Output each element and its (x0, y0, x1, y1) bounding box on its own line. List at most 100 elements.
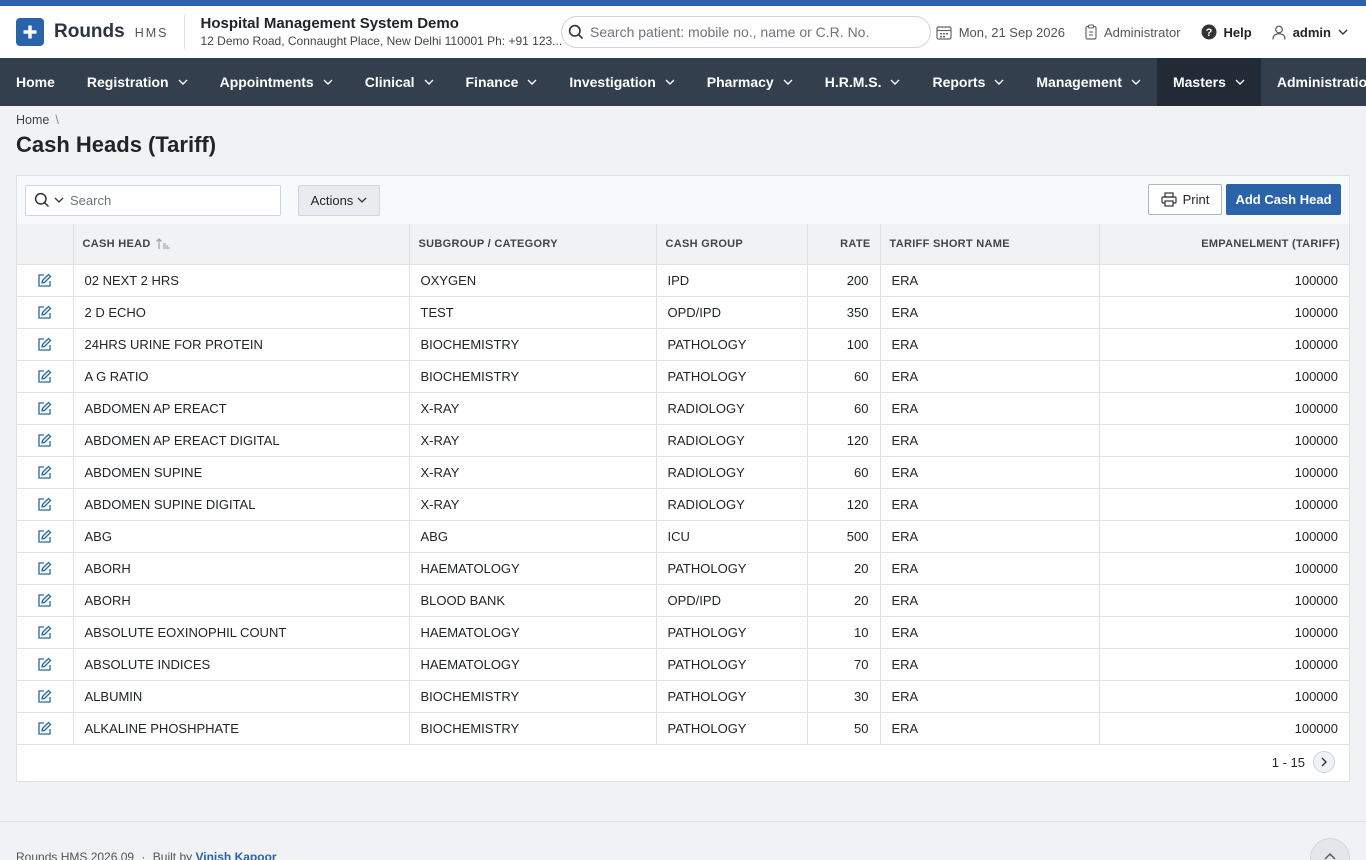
edit-cell (17, 711, 74, 745)
next-page-button[interactable] (1313, 751, 1335, 773)
edit-icon[interactable] (37, 593, 52, 608)
edit-icon[interactable] (37, 497, 52, 512)
header-cash-group[interactable]: CASH GROUP (656, 224, 808, 264)
subgroup-cell: BIOCHEMISTRY (409, 711, 657, 745)
subgroup-cell: ABG (409, 519, 657, 552)
edit-cell (17, 295, 74, 328)
nav-administration[interactable]: Administration (1261, 58, 1366, 106)
header-right: Mon, 21 Sep 2026 Administrator ? Help ad… (916, 6, 1348, 58)
edit-icon[interactable] (37, 561, 52, 576)
table-row: 02 NEXT 2 HRS OXYGEN IPD 200 ERA 100000 (17, 263, 1349, 296)
tariff-short-name-cell: ERA (880, 295, 1100, 328)
add-cash-head-button[interactable]: Add Cash Head (1226, 184, 1341, 215)
breadcrumb-home[interactable]: Home (16, 113, 49, 127)
plus-icon (23, 25, 37, 39)
nav-label: Home (16, 74, 55, 90)
edit-icon[interactable] (37, 401, 52, 416)
clipboard-icon (1085, 24, 1097, 40)
subgroup-cell: HAEMATOLOGY (409, 551, 657, 584)
role-display[interactable]: Administrator (1085, 24, 1181, 40)
header-empanelment[interactable]: EMPANELMENT (TARIFF) (1099, 224, 1349, 264)
nav-clinical[interactable]: Clinical (349, 58, 450, 106)
empanelment-cell: 100000 (1099, 679, 1349, 712)
cash-heads-table: CASH HEAD SUBGROUP / CATEGORY CASH GROUP… (17, 224, 1349, 745)
edit-icon[interactable] (37, 625, 52, 640)
tariff-short-name-cell: ERA (880, 615, 1100, 648)
table-search[interactable] (25, 184, 281, 216)
empanelment-cell: 100000 (1099, 583, 1349, 616)
table-row: ABDOMEN SUPINE X-RAY RADIOLOGY 60 ERA 100000 (17, 455, 1349, 488)
edit-cell (17, 679, 74, 712)
edit-icon[interactable] (37, 689, 52, 704)
subgroup-cell: X-RAY (409, 455, 657, 488)
edit-icon[interactable] (37, 529, 52, 544)
chevron-down-icon (1131, 79, 1141, 85)
nav-pharmacy[interactable]: Pharmacy (691, 58, 809, 106)
svg-text:?: ? (1205, 27, 1212, 39)
edit-icon[interactable] (37, 369, 52, 384)
actions-dropdown[interactable]: Actions (298, 184, 380, 216)
rate-cell: 60 (807, 359, 881, 392)
header-tariff-short-name[interactable]: TARIFF SHORT NAME (880, 224, 1100, 264)
header-subgroup[interactable]: SUBGROUP / CATEGORY (409, 224, 657, 264)
footer-version: Rounds HMS 2026.09 (16, 850, 135, 860)
nav-management[interactable]: Management (1020, 58, 1157, 106)
tariff-short-name-cell: ERA (880, 647, 1100, 680)
tariff-short-name-cell: ERA (880, 519, 1100, 552)
main-navbar: Home Registration Appointments Clinical … (0, 58, 1366, 106)
empanelment-cell: 100000 (1099, 263, 1349, 296)
chevron-down-icon (890, 79, 900, 85)
tariff-short-name-cell: ERA (880, 359, 1100, 392)
cash-head-cell: ALKALINE PHOSHPHATE (73, 711, 410, 745)
cash-heads-card: Actions Print Add Cash Head CASH HEAD SU… (16, 175, 1350, 782)
cash-group-cell: RADIOLOGY (656, 423, 808, 456)
nav-appointments[interactable]: Appointments (204, 58, 349, 106)
edit-icon[interactable] (37, 657, 52, 672)
tariff-short-name-cell: ERA (880, 391, 1100, 424)
logo[interactable] (16, 18, 44, 46)
header-cash-head[interactable]: CASH HEAD (73, 224, 410, 264)
table-row: A G RATIO BIOCHEMISTRY PATHOLOGY 60 ERA 10000… (17, 359, 1349, 392)
edit-icon[interactable] (37, 433, 52, 448)
footer-author-link[interactable]: Vinish Kapoor (195, 850, 276, 860)
patient-search-input[interactable] (590, 24, 920, 40)
empanelment-cell: 100000 (1099, 551, 1349, 584)
rate-cell: 350 (807, 295, 881, 328)
nav-home[interactable]: Home (0, 58, 71, 106)
edit-icon[interactable] (37, 337, 52, 352)
empanelment-cell: 100000 (1099, 711, 1349, 745)
date-display: Mon, 21 Sep 2026 (936, 25, 1065, 40)
chevron-down-icon[interactable] (54, 197, 64, 203)
edit-icon[interactable] (37, 721, 52, 736)
table-search-input[interactable] (70, 192, 270, 208)
actions-label: Actions (310, 192, 354, 208)
chevron-down-icon (357, 197, 367, 203)
edit-cell (17, 391, 74, 424)
header-rate[interactable]: RATE (807, 224, 881, 264)
edit-cell (17, 359, 74, 392)
edit-icon[interactable] (37, 465, 52, 480)
table-row: ABG ABG ICU 500 ERA 100000 (17, 519, 1349, 552)
rate-cell: 120 (807, 423, 881, 456)
edit-cell (17, 647, 74, 680)
nav-hrms[interactable]: H.R.M.S. (809, 58, 917, 106)
header-divider (183, 15, 185, 49)
nav-registration[interactable]: Registration (71, 58, 204, 106)
subgroup-cell: BIOCHEMISTRY (409, 679, 657, 712)
empanelment-cell: 100000 (1099, 615, 1349, 648)
edit-cell (17, 423, 74, 456)
chevron-up-icon (1324, 853, 1336, 860)
footer: Rounds HMS 2026.09 · Built by Vinish Kap… (0, 821, 1366, 860)
nav-finance[interactable]: Finance (450, 58, 554, 106)
help-link[interactable]: ? Help (1201, 24, 1252, 40)
print-button[interactable]: Print (1148, 184, 1222, 215)
edit-icon[interactable] (37, 305, 52, 320)
user-menu[interactable]: admin (1272, 25, 1348, 40)
rate-cell: 500 (807, 519, 881, 552)
edit-icon[interactable] (37, 273, 52, 288)
rate-cell: 60 (807, 455, 881, 488)
patient-search[interactable] (561, 16, 931, 48)
nav-investigation[interactable]: Investigation (553, 58, 690, 106)
nav-reports[interactable]: Reports (916, 58, 1020, 106)
nav-masters[interactable]: Masters (1156, 58, 1261, 106)
